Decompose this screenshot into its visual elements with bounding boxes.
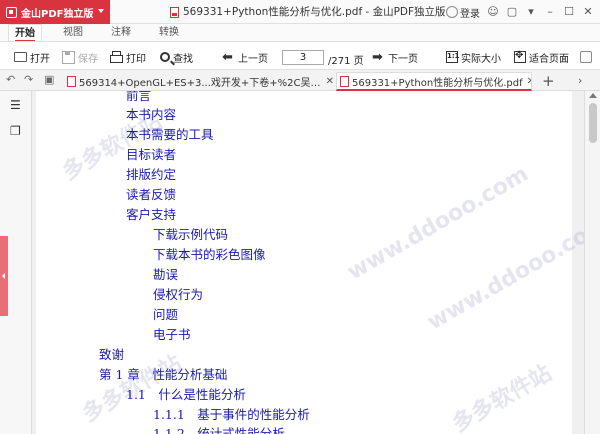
- more-icon: [580, 51, 592, 63]
- vertical-scrollbar[interactable]: [584, 91, 600, 434]
- chevron-right-icon[interactable]: ›: [578, 74, 582, 87]
- skin-icon[interactable]: ▢: [506, 5, 518, 19]
- close-tab-icon[interactable]: ✕: [527, 76, 531, 87]
- pdf-file-icon: [170, 6, 179, 18]
- page-total: /271 页: [328, 56, 364, 67]
- window-controls: 登录 ☺ ▢ ▾ – ☐ ✕: [446, 0, 600, 24]
- doc-tab-label: 569331+Python性能分析与优化.pdf: [352, 77, 523, 89]
- prev-page-button[interactable]: ⬅ 上一页: [222, 49, 268, 65]
- more-button[interactable]: [580, 49, 592, 65]
- toc-item[interactable]: 目标读者: [126, 144, 176, 163]
- scroll-up-icon[interactable]: [589, 93, 597, 98]
- prev-page-label: 上一页: [238, 53, 268, 65]
- fit-page-icon: [514, 50, 526, 63]
- window-title: 569331+Python性能分析与优化.pdf - 金山PDF独立版: [170, 0, 446, 24]
- printer-icon: [110, 51, 123, 63]
- title-bar: 金山PDF独立版 569331+Python性能分析与优化.pdf - 金山PD…: [0, 0, 600, 24]
- bookmarks-icon[interactable]: ☰: [10, 99, 22, 111]
- arrow-right-icon: ➡: [372, 49, 383, 65]
- app-menu-button[interactable]: 金山PDF独立版: [0, 0, 110, 24]
- tab-annotate[interactable]: 注释: [104, 24, 138, 41]
- toc-item[interactable]: 1.1 什么是性能分析: [126, 384, 246, 403]
- toc-item[interactable]: 1.1.2 统计式性能分析: [153, 423, 285, 434]
- toc-item[interactable]: 致谢: [99, 344, 124, 363]
- watermark: 多多软件站: [448, 360, 557, 434]
- pdf-page: 多多软件站 www.ddooo.com 多多软件站 多多软件站 www.ddoo…: [36, 91, 584, 434]
- doc-tab-0[interactable]: 569314+OpenGL+ES+3...戏开发+下卷+%2C吴亚峰.pdf ✕: [64, 72, 334, 91]
- toc-item[interactable]: 排版约定: [126, 164, 176, 183]
- save-label: 保存: [78, 53, 98, 65]
- minimize-icon[interactable]: –: [544, 5, 556, 19]
- toc-item[interactable]: 前言: [126, 91, 151, 104]
- next-page-label: 下一页: [388, 53, 418, 65]
- document-tabs: ↶ ↷ ▣ 569314+OpenGL+ES+3...戏开发+下卷+%2C吴亚峰…: [0, 70, 600, 91]
- print-label: 打印: [126, 53, 146, 65]
- tab-convert[interactable]: 转换: [152, 24, 186, 41]
- folder-icon: [14, 52, 27, 62]
- toc-item[interactable]: 勘误: [153, 264, 178, 283]
- document-canvas[interactable]: 多多软件站 www.ddooo.com 多多软件站 多多软件站 www.ddoo…: [32, 91, 584, 434]
- toc-item[interactable]: 电子书: [153, 324, 191, 343]
- toc-item[interactable]: 侵权行为: [153, 284, 203, 303]
- actual-size-icon: 1:1: [446, 51, 460, 63]
- toc-item[interactable]: 下载示例代码: [153, 224, 228, 243]
- window-title-text: 569331+Python性能分析与优化.pdf - 金山PDF独立版: [183, 6, 446, 18]
- feedback-icon[interactable]: ☺: [487, 5, 499, 19]
- toc-item[interactable]: 第 1 章 性能分析基础: [99, 364, 227, 383]
- find-button[interactable]: 查找: [160, 49, 193, 65]
- fit-page-button[interactable]: 适合页面: [514, 49, 569, 65]
- open-label: 打开: [30, 53, 50, 65]
- toc-item[interactable]: 1.1.1 基于事件的性能分析: [153, 404, 310, 423]
- tab-view[interactable]: 视图: [56, 24, 90, 41]
- arrow-left-icon: ⬅: [222, 49, 233, 65]
- actual-size-label: 实际大小: [461, 53, 501, 65]
- close-icon[interactable]: ✕: [582, 5, 594, 19]
- toc-item[interactable]: 本书内容: [126, 104, 176, 123]
- open-button[interactable]: 打开: [14, 49, 50, 65]
- doc-tab-1[interactable]: 569331+Python性能分析与优化.pdf ✕: [336, 72, 532, 91]
- pdf-file-icon: [340, 75, 349, 87]
- save-icon: [62, 50, 75, 64]
- app-name: 金山PDF独立版: [21, 8, 94, 20]
- toolbar: 打开 保存 打印 查找 ⬅ 上一页 3 /271 页 ➡ 下一页 1:1 实际大…: [0, 41, 600, 70]
- next-page-button[interactable]: ➡ 下一页: [372, 49, 418, 65]
- close-tab-icon[interactable]: ✕: [326, 76, 334, 87]
- menu-dropdown-icon[interactable]: ▾: [525, 5, 537, 19]
- redo-icon[interactable]: ↷: [24, 74, 33, 86]
- left-sidebar: ☰ ❐: [0, 91, 32, 434]
- search-icon: [160, 52, 170, 62]
- print-button[interactable]: 打印: [110, 49, 146, 65]
- page-number-input[interactable]: 3: [282, 50, 324, 65]
- thumbnails-icon[interactable]: ❐: [10, 125, 22, 137]
- find-label: 查找: [173, 53, 193, 65]
- login-label: 登录: [460, 8, 480, 20]
- toc-item[interactable]: 下载本书的彩色图像: [153, 244, 266, 263]
- undo-icon[interactable]: ↶: [6, 74, 15, 86]
- ribbon-tabs: 开始 视图 注释 转换: [0, 24, 600, 42]
- toc-item[interactable]: 本书需要的工具: [126, 124, 214, 143]
- user-avatar-icon: [446, 6, 458, 18]
- doc-tab-label: 569314+OpenGL+ES+3...戏开发+下卷+%2C吴亚峰.pdf: [79, 78, 322, 89]
- chevron-down-icon: [98, 9, 104, 13]
- scroll-thumb[interactable]: [589, 103, 597, 143]
- tab-start[interactable]: 开始: [8, 24, 42, 42]
- save-small-icon[interactable]: ▣: [44, 74, 54, 86]
- login-button[interactable]: 登录: [446, 5, 480, 20]
- save-button[interactable]: 保存: [62, 49, 98, 65]
- toc-item[interactable]: 客户支持: [126, 204, 176, 223]
- toc-item[interactable]: 读者反馈: [126, 184, 176, 203]
- toc-item[interactable]: 问题: [153, 304, 178, 323]
- app-logo-icon: [6, 6, 17, 18]
- collapse-sidebar-handle[interactable]: [0, 236, 8, 316]
- new-tab-icon[interactable]: +: [542, 72, 555, 90]
- actual-size-button[interactable]: 1:1 实际大小: [446, 49, 501, 65]
- maximize-icon[interactable]: ☐: [563, 5, 575, 19]
- fit-page-label: 适合页面: [529, 53, 569, 65]
- pdf-file-icon: [67, 76, 76, 87]
